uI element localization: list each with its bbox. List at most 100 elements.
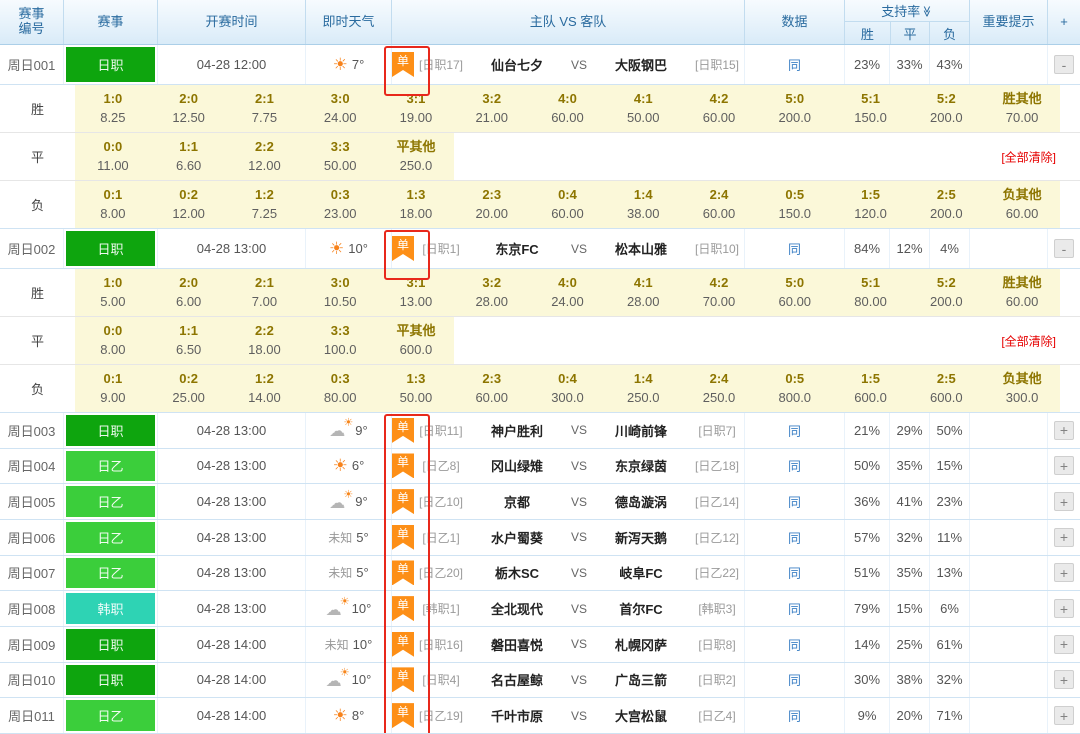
odds-cell[interactable]: 2:4250.0 bbox=[681, 365, 757, 412]
odds-cell[interactable]: 5:1150.0 bbox=[833, 85, 909, 132]
data-link[interactable]: 同 bbox=[788, 239, 801, 258]
odds-cell[interactable]: 0:225.00 bbox=[151, 365, 227, 412]
odds-cell[interactable]: 平其他600.0 bbox=[378, 317, 454, 364]
away-team[interactable]: 札幌冈萨 bbox=[592, 635, 690, 654]
odds-cell[interactable]: 2:5200.0 bbox=[908, 181, 984, 228]
clear-all-link[interactable]: [全部清除] bbox=[1001, 148, 1056, 165]
away-team[interactable]: 川崎前锋 bbox=[592, 421, 690, 440]
expand-button[interactable]: + bbox=[1054, 492, 1074, 511]
home-team[interactable]: 水户蜀葵 bbox=[468, 528, 566, 547]
home-team[interactable]: 东京FC bbox=[468, 239, 566, 258]
data-link[interactable]: 同 bbox=[788, 706, 801, 725]
odds-cell[interactable]: 0:19.00 bbox=[75, 365, 151, 412]
odds-cell[interactable]: 0:5150.0 bbox=[757, 181, 833, 228]
data-link[interactable]: 同 bbox=[788, 492, 801, 511]
odds-cell[interactable]: 1:08.25 bbox=[75, 85, 151, 132]
odds-cell[interactable]: 4:128.00 bbox=[605, 269, 681, 316]
odds-cell[interactable]: 0:5800.0 bbox=[757, 365, 833, 412]
data-link[interactable]: 同 bbox=[788, 563, 801, 582]
home-team[interactable]: 栃木SC bbox=[468, 563, 566, 582]
odds-cell[interactable]: 3:024.00 bbox=[302, 85, 378, 132]
odds-cell[interactable]: 1:214.00 bbox=[227, 365, 303, 412]
odds-cell[interactable]: 5:0200.0 bbox=[757, 85, 833, 132]
away-team[interactable]: 广岛三箭 bbox=[592, 670, 690, 689]
odds-cell[interactable]: 3:228.00 bbox=[454, 269, 530, 316]
home-team[interactable]: 千叶市原 bbox=[468, 706, 566, 725]
header-expand-all[interactable]: + bbox=[1048, 0, 1080, 44]
odds-cell[interactable]: 1:318.00 bbox=[378, 181, 454, 228]
away-team[interactable]: 大宫松鼠 bbox=[592, 706, 690, 725]
odds-cell[interactable]: 1:27.25 bbox=[227, 181, 303, 228]
odds-cell[interactable]: 2:218.00 bbox=[227, 317, 303, 364]
odds-cell[interactable]: 3:3100.0 bbox=[302, 317, 378, 364]
data-link[interactable]: 同 bbox=[788, 670, 801, 689]
odds-cell[interactable]: 胜其他70.00 bbox=[984, 85, 1060, 132]
expand-button[interactable]: + bbox=[1054, 456, 1074, 475]
odds-cell[interactable]: 0:18.00 bbox=[75, 181, 151, 228]
odds-cell[interactable]: 3:350.00 bbox=[302, 133, 378, 180]
away-team[interactable]: 新泻天鹅 bbox=[592, 528, 690, 547]
away-team[interactable]: 大阪钢巴 bbox=[592, 55, 690, 74]
collapse-button[interactable]: - bbox=[1054, 55, 1074, 74]
odds-cell[interactable]: 5:2200.0 bbox=[908, 85, 984, 132]
odds-cell[interactable]: 1:5120.0 bbox=[833, 181, 909, 228]
data-link[interactable]: 同 bbox=[788, 599, 801, 618]
odds-cell[interactable]: 5:180.00 bbox=[833, 269, 909, 316]
odds-cell[interactable]: 2:360.00 bbox=[454, 365, 530, 412]
odds-cell[interactable]: 4:150.00 bbox=[605, 85, 681, 132]
away-team[interactable]: 德岛漩涡 bbox=[592, 492, 690, 511]
data-link[interactable]: 同 bbox=[788, 528, 801, 547]
away-team[interactable]: 岐阜FC bbox=[592, 563, 690, 582]
expand-button[interactable]: + bbox=[1054, 599, 1074, 618]
expand-button[interactable]: + bbox=[1054, 421, 1074, 440]
data-link[interactable]: 同 bbox=[788, 55, 801, 74]
odds-cell[interactable]: 1:350.00 bbox=[378, 365, 454, 412]
data-link[interactable]: 同 bbox=[788, 635, 801, 654]
home-team[interactable]: 神户胜利 bbox=[468, 421, 566, 440]
odds-cell[interactable]: 2:06.00 bbox=[151, 269, 227, 316]
home-team[interactable]: 磐田喜悦 bbox=[468, 635, 566, 654]
expand-button[interactable]: + bbox=[1054, 563, 1074, 582]
away-team[interactable]: 东京绿茵 bbox=[592, 456, 690, 475]
odds-cell[interactable]: 1:16.50 bbox=[151, 317, 227, 364]
away-team[interactable]: 首尔FC bbox=[592, 599, 690, 618]
odds-cell[interactable]: 2:012.50 bbox=[151, 85, 227, 132]
odds-cell[interactable]: 2:17.00 bbox=[227, 269, 303, 316]
odds-cell[interactable]: 1:438.00 bbox=[605, 181, 681, 228]
home-team[interactable]: 全北现代 bbox=[468, 599, 566, 618]
odds-cell[interactable]: 1:05.00 bbox=[75, 269, 151, 316]
expand-button[interactable]: + bbox=[1054, 670, 1074, 689]
odds-cell[interactable]: 3:221.00 bbox=[454, 85, 530, 132]
odds-cell[interactable]: 2:320.00 bbox=[454, 181, 530, 228]
home-team[interactable]: 京都 bbox=[468, 492, 566, 511]
odds-cell[interactable]: 4:060.00 bbox=[530, 85, 606, 132]
odds-cell[interactable]: 2:17.75 bbox=[227, 85, 303, 132]
data-link[interactable]: 同 bbox=[788, 456, 801, 475]
odds-cell[interactable]: 2:460.00 bbox=[681, 181, 757, 228]
away-team[interactable]: 松本山雅 bbox=[592, 239, 690, 258]
odds-cell[interactable]: 4:270.00 bbox=[681, 269, 757, 316]
expand-button[interactable]: + bbox=[1054, 635, 1074, 654]
odds-cell[interactable]: 平其他250.0 bbox=[378, 133, 454, 180]
odds-cell[interactable]: 5:060.00 bbox=[757, 269, 833, 316]
data-link[interactable]: 同 bbox=[788, 421, 801, 440]
odds-cell[interactable]: 0:460.00 bbox=[530, 181, 606, 228]
odds-cell[interactable]: 负其他300.0 bbox=[984, 365, 1060, 412]
odds-cell[interactable]: 2:212.00 bbox=[227, 133, 303, 180]
odds-cell[interactable]: 负其他60.00 bbox=[984, 181, 1060, 228]
odds-cell[interactable]: 0:212.00 bbox=[151, 181, 227, 228]
odds-cell[interactable]: 0:08.00 bbox=[75, 317, 151, 364]
expand-button[interactable]: + bbox=[1054, 528, 1074, 547]
odds-cell[interactable]: 1:5600.0 bbox=[833, 365, 909, 412]
odds-cell[interactable]: 2:5600.0 bbox=[908, 365, 984, 412]
odds-cell[interactable]: 1:16.60 bbox=[151, 133, 227, 180]
home-team[interactable]: 仙台七夕 bbox=[468, 55, 566, 74]
clear-all-link[interactable]: [全部清除] bbox=[1001, 332, 1056, 349]
odds-cell[interactable]: 0:011.00 bbox=[75, 133, 151, 180]
odds-cell[interactable]: 4:260.00 bbox=[681, 85, 757, 132]
header-support-rate[interactable]: 支持率 ≫ bbox=[845, 0, 969, 22]
collapse-button[interactable]: - bbox=[1054, 239, 1074, 258]
odds-cell[interactable]: 3:113.00 bbox=[378, 269, 454, 316]
expand-button[interactable]: + bbox=[1054, 706, 1074, 725]
odds-cell[interactable]: 0:4300.0 bbox=[530, 365, 606, 412]
